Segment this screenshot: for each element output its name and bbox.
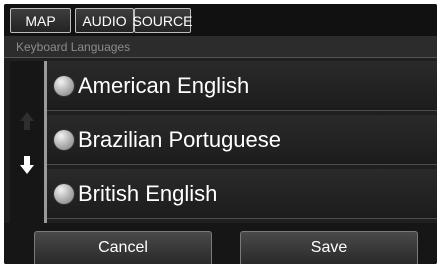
bottom-bar: Cancel Save (4, 223, 437, 264)
list-item[interactable]: American English (47, 61, 437, 111)
list-item-label: Brazilian Portuguese (78, 127, 282, 152)
radio-button[interactable] (54, 76, 74, 96)
tab-source[interactable]: SOURCE (133, 8, 192, 33)
tab-audio[interactable]: AUDIO (75, 8, 134, 33)
list-item[interactable]: Brazilian Portuguese (47, 115, 437, 165)
save-button[interactable]: Save (240, 231, 418, 264)
list-item[interactable]: British English (47, 169, 437, 219)
list-item-label: American English (78, 73, 250, 98)
page-subtitle: Keyboard Languages (16, 40, 131, 54)
tab-map[interactable]: MAP (10, 8, 71, 33)
language-list: American English Brazilian Portuguese Br… (47, 61, 437, 223)
top-bar: MAP AUDIO SOURCE (4, 4, 437, 36)
subtitle-bar: Keyboard Languages (4, 36, 437, 58)
scroll-column (10, 61, 44, 223)
cancel-button[interactable]: Cancel (34, 231, 212, 264)
screen: MAP AUDIO SOURCE Keyboard Languages Amer… (4, 4, 437, 264)
radio-button[interactable] (54, 130, 74, 150)
list-item-label: British English (78, 181, 218, 206)
radio-button[interactable] (54, 184, 74, 204)
arrow-down-icon[interactable] (19, 155, 35, 175)
arrow-up-icon (20, 112, 34, 130)
